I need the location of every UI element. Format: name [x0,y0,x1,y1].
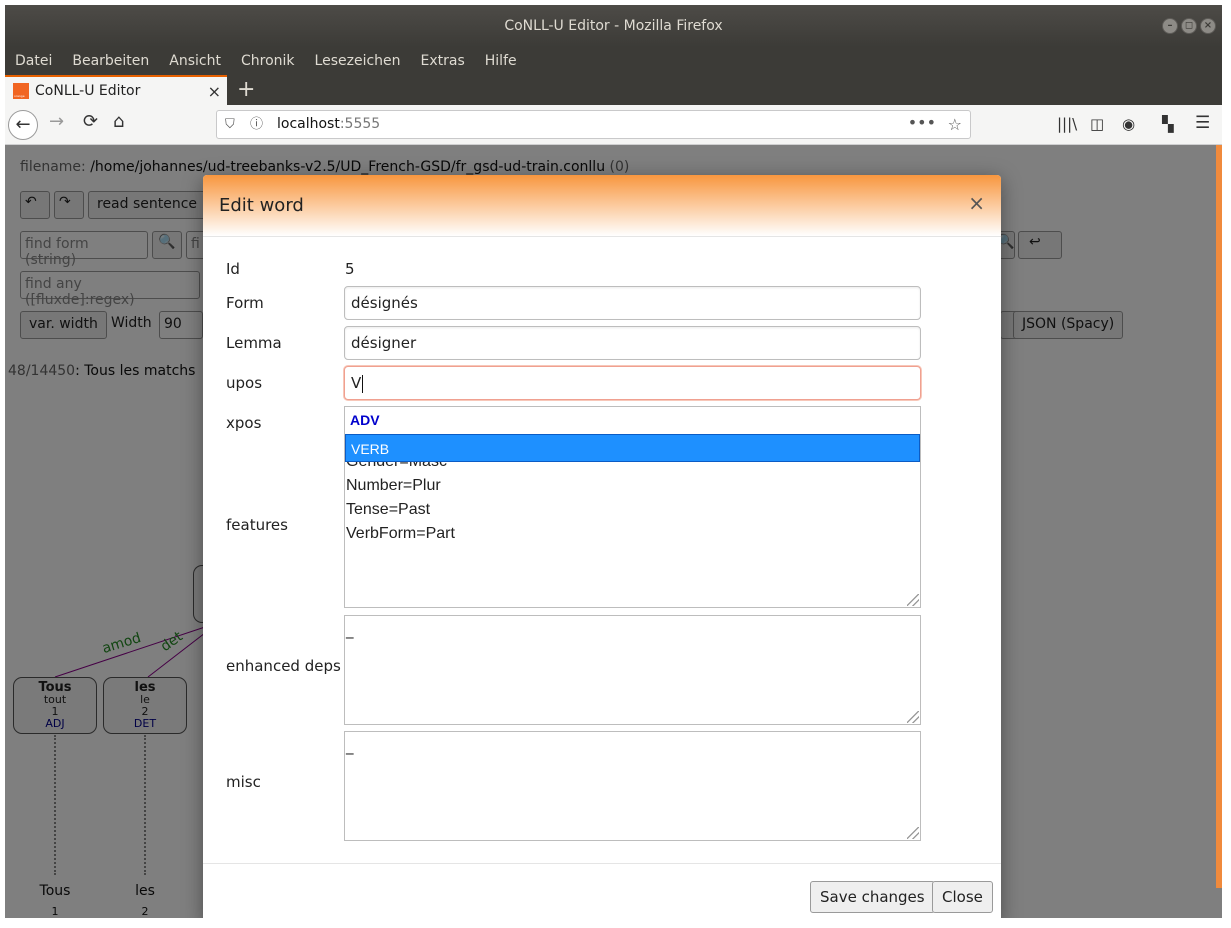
misc-textarea[interactable]: _ [344,731,921,841]
misc-value: _ [346,737,354,755]
features-label: features [226,516,288,534]
id-value: 5 [345,260,355,278]
back-arrow-icon[interactable]: ← [8,110,38,140]
close-window-button[interactable]: × [1200,18,1216,34]
menu-bar: Datei Bearbeiten Ansicht Chronik Lesezei… [5,47,1222,75]
maximize-button[interactable]: ◻ [1181,18,1197,34]
resize-grip-icon[interactable] [907,594,919,606]
edit-word-dialog: Edit word × Id 5 Form désignés Lemma dés… [203,175,1001,918]
upos-autocomplete-list: ADV VERB [344,406,921,462]
close-icon[interactable]: × [968,191,985,215]
menu-ansicht[interactable]: Ansicht [169,53,221,69]
new-tab-button[interactable]: + [237,77,255,102]
tracking-shield-icon[interactable]: ⛉ [225,111,235,138]
menu-hilfe[interactable]: Hilfe [485,53,517,69]
modal-header: Edit word × [203,175,1001,237]
tab-close-icon[interactable]: × [208,82,221,101]
url-port: :5555 [339,116,381,132]
xpos-label: xpos [226,414,262,432]
window-controls: – ◻ × [1162,18,1216,34]
window-title: CoNLL-U Editor - Mozilla Firefox [504,18,723,34]
upos-field[interactable]: V [344,366,921,400]
enhanced-deps-textarea[interactable]: _ [344,615,921,725]
reload-icon[interactable]: ⟳ [83,111,98,132]
hamburger-menu-icon[interactable]: ☰ [1195,113,1210,133]
page-actions-icon[interactable]: ••• [908,109,936,136]
features-textarea[interactable]: Gender=Masc Number=Plur Tense=Past VerbF… [344,445,921,608]
menu-bearbeiten[interactable]: Bearbeiten [72,53,149,69]
window-titlebar: CoNLL-U Editor - Mozilla Firefox – ◻ × [5,5,1222,47]
tab-title: CoNLL-U Editor [35,83,141,99]
library-icon[interactable]: |||\ [1057,115,1077,133]
tab-conllu-editor[interactable]: CoNLL-U Editor × [5,75,227,105]
menu-extras[interactable]: Extras [421,53,465,69]
tab-strip: CoNLL-U Editor × + [5,75,1222,105]
autocomplete-option-adv[interactable]: ADV [345,407,920,434]
bookmark-star-icon[interactable]: ☆ [948,111,962,138]
minimize-button[interactable]: – [1162,18,1178,34]
url-bar[interactable]: ⛉ ⓘ localhost:5555 ••• ☆ [216,110,971,139]
page-scrollbar[interactable] [1216,145,1222,888]
menu-datei[interactable]: Datei [15,53,52,69]
feature-line: Number=Plur [346,477,441,494]
menu-lesezeichen[interactable]: Lesezeichen [315,53,401,69]
orange-favicon-icon [13,83,29,99]
autocomplete-option-verb[interactable]: VERB [345,434,920,462]
url-host: localhost [277,116,340,132]
lemma-field[interactable]: désigner [344,326,921,360]
sidebar-icon[interactable]: ◫ [1090,115,1104,133]
resize-grip-icon[interactable] [907,711,919,723]
upos-label: upos [226,374,263,392]
form-label: Form [226,294,264,312]
modal-title: Edit word [219,195,304,216]
resize-grip-icon[interactable] [907,827,919,839]
lemma-label: Lemma [226,334,282,352]
save-changes-button[interactable]: Save changes [810,881,935,913]
navigation-toolbar: ← → ⟳ ⌂ ⛉ ⓘ localhost:5555 ••• ☆ |||\ ◫ … [5,105,1222,145]
misc-label: misc [226,773,261,791]
modal-footer: Save changes Close [203,863,1001,918]
upos-value: V [351,374,362,392]
forward-arrow-icon[interactable]: → [49,111,64,132]
site-info-icon[interactable]: ⓘ [250,111,263,138]
id-label: Id [226,260,240,278]
text-caret [362,374,364,393]
enhanced-deps-value: _ [346,621,354,639]
extensions-icon[interactable]: ▚ [1162,115,1174,133]
menu-chronik[interactable]: Chronik [241,53,295,69]
enhanced-deps-label: enhanced deps [226,657,341,675]
home-icon[interactable]: ⌂ [113,111,124,132]
form-field[interactable]: désignés [344,286,921,320]
feature-line: Tense=Past [346,501,431,518]
feature-line: VerbForm=Part [346,525,455,542]
account-icon[interactable]: ◉ [1122,115,1135,133]
browser-window: CoNLL-U Editor - Mozilla Firefox – ◻ × D… [5,5,1222,918]
close-button[interactable]: Close [932,881,993,913]
